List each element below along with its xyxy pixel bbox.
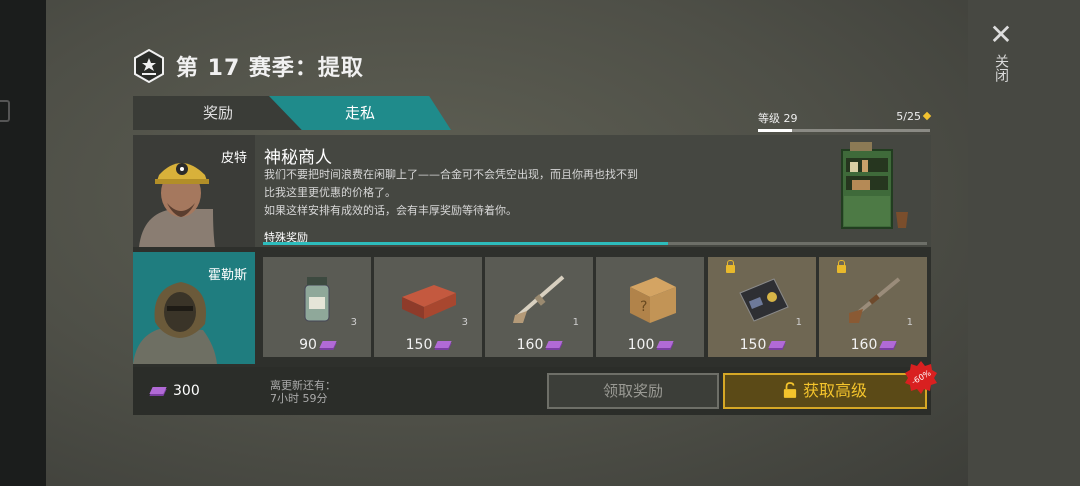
reward-slot[interactable]: 3 90 [263, 257, 371, 357]
reward-quantity: 1 [572, 317, 579, 328]
page-title: 第 17 赛季：提取 [132, 48, 364, 84]
price-value: 100 [627, 337, 655, 353]
reward-quantity: 3 [350, 317, 357, 328]
dialog-line: 我们不要把时间浪费在闲聊上了——合金可不会凭空出现，而且你再也找不到 [264, 168, 638, 181]
special-reward-bar [263, 242, 927, 245]
reward-slot[interactable]: 1 150 [708, 257, 816, 357]
character-name: 霍勒斯 [207, 268, 247, 283]
ticket-icon [656, 341, 674, 348]
character-horace[interactable]: 霍勒斯 [133, 252, 255, 364]
reward-quantity: 1 [795, 317, 802, 328]
refresh-label: 离更新还有： [270, 379, 336, 392]
reward-slot[interactable]: ? 100 [596, 257, 704, 357]
ticket-balance: 300 [147, 383, 200, 399]
ticket-icon [768, 341, 786, 348]
level-progress-text: 5/25 [896, 110, 921, 123]
reward-quantity: 1 [906, 317, 913, 328]
ticket-icon [149, 387, 167, 394]
balance-value: 300 [173, 383, 200, 399]
season-badge-icon [134, 49, 164, 83]
id-card-icon [739, 278, 789, 322]
refresh-timer: 离更新还有： 7小时 59分 [270, 379, 336, 405]
dialog-title: 神秘商人 [264, 148, 332, 168]
reward-price: 150 [374, 337, 482, 353]
svg-text:?: ? [640, 299, 647, 315]
merchant-dialog: 神秘商人 我们不要把时间浪费在闲聊上了——合金可不会凭空出现，而且你再也找不到 … [255, 135, 931, 247]
dialog-line: 比我这里更优惠的价格了。 [264, 186, 396, 199]
level-bar-fill [758, 129, 793, 132]
price-value: 160 [516, 337, 544, 353]
reward-slot[interactable]: 1 160 [485, 257, 593, 357]
character-name: 皮特 [220, 151, 247, 166]
device-notch [0, 100, 10, 122]
reward-price: 160 [485, 337, 593, 353]
price-value: 150 [405, 337, 433, 353]
shotgun-icon [849, 277, 901, 323]
refresh-time: 7小时 59分 [270, 392, 328, 405]
footer-bar: 300 离更新还有： 7小时 59分 领取奖励 获取高级 [133, 367, 931, 415]
price-value: 150 [739, 337, 767, 353]
character-pete[interactable]: 皮特 [133, 135, 255, 247]
close-button[interactable]: ✕ 关闭 [988, 21, 1014, 112]
tab-bar: 奖励 走私 [133, 96, 453, 130]
ticket-icon [319, 341, 337, 348]
screen-edge [0, 0, 46, 486]
title-text: 第 17 赛季：提取 [176, 56, 364, 81]
rifle-icon [513, 275, 565, 323]
premium-label: 获取高级 [802, 381, 867, 400]
reward-slot[interactable]: 3 150 [374, 257, 482, 357]
crate-icon: ? [630, 277, 676, 323]
reward-price: 150 [708, 337, 816, 353]
ticket-icon [545, 341, 563, 348]
reward-price: 160 [819, 337, 927, 353]
ticket-icon [879, 341, 897, 348]
level-bar [758, 129, 930, 132]
side-strip [968, 0, 1080, 486]
price-value: 160 [850, 337, 878, 353]
reward-price: 90 [263, 337, 371, 353]
claim-rewards-button[interactable]: 领取奖励 [547, 373, 719, 409]
discount-badge: -60% [905, 361, 937, 394]
price-value: 90 [299, 337, 317, 353]
dialog-line: 如果这样安排有成效的话，会有丰厚奖励等待着你。 [264, 204, 517, 217]
close-label[interactable]: 关闭 [991, 54, 1011, 82]
cabinet-icon[interactable] [836, 140, 914, 232]
get-premium-button[interactable]: 获取高级 [723, 373, 927, 409]
close-icon[interactable]: ✕ [988, 21, 1014, 49]
dialog-body: 我们不要把时间浪费在闲聊上了——合金可不会凭空出现，而且你再也找不到 比我这里更… [264, 166, 704, 220]
special-reward-bar-fill [263, 242, 669, 245]
brick-icon [402, 285, 456, 319]
level-label: 等级 29 [758, 112, 798, 125]
reward-quantity: 3 [461, 317, 468, 328]
unlock-icon [783, 382, 797, 398]
reward-slot[interactable]: 1 160 [819, 257, 927, 357]
jar-icon [304, 277, 330, 322]
level-progress: 等级 29 5/25 [758, 110, 932, 132]
ticket-icon [434, 341, 452, 348]
diamond-icon [922, 111, 932, 121]
reward-price: 100 [596, 337, 704, 353]
